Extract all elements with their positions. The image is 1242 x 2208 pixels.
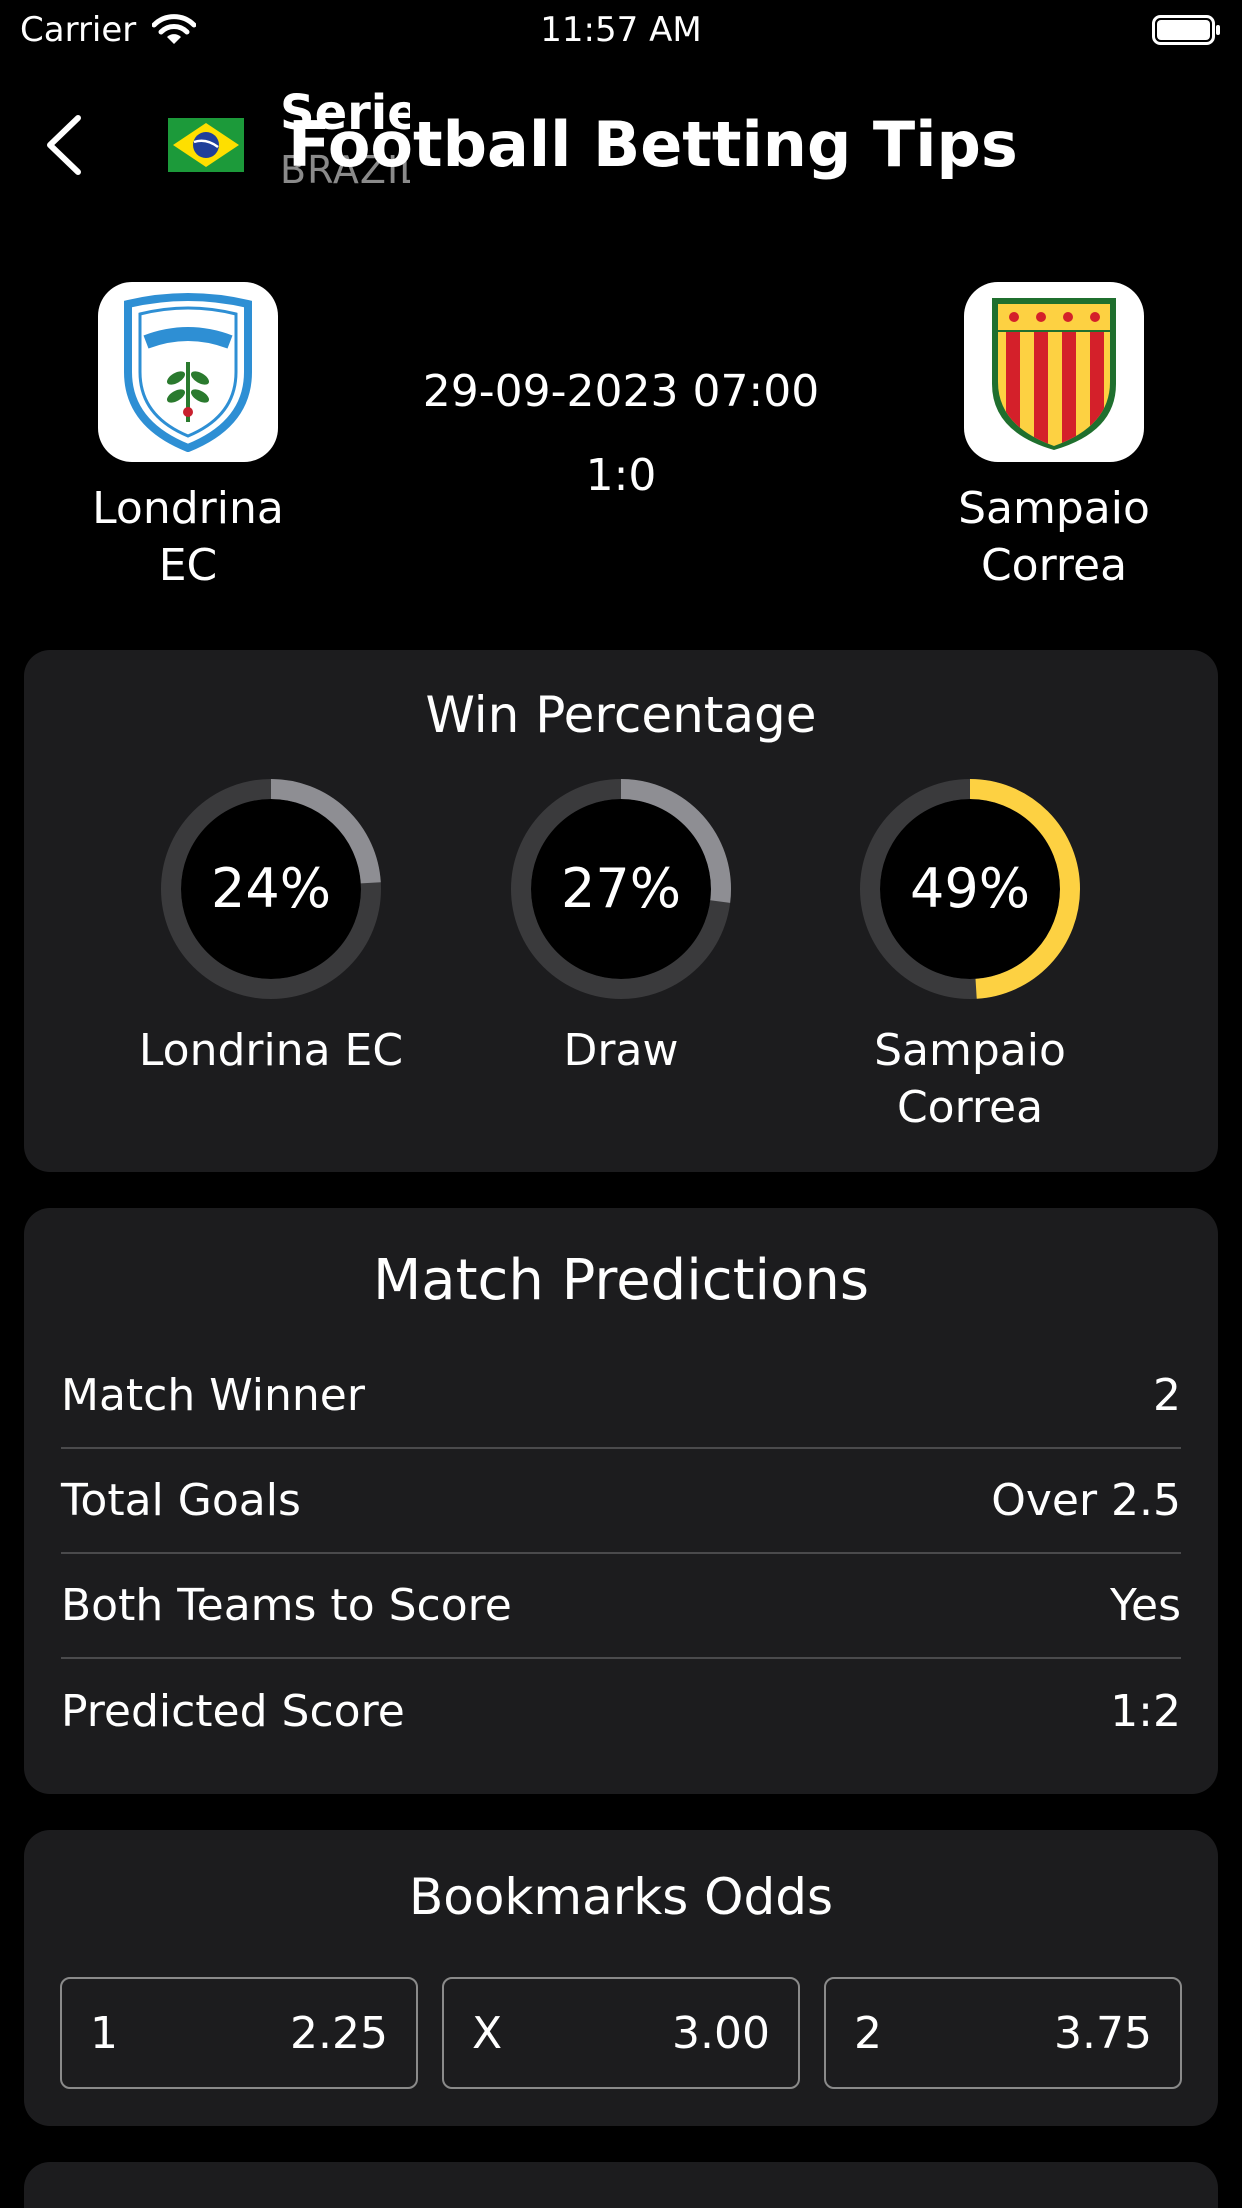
odd-outcome: 1: [90, 2007, 118, 2059]
navigation-bar: Serie B BRAZIL Football Betting Tips: [0, 80, 1242, 210]
gauge-label: Draw: [563, 1025, 679, 1076]
win-gauge: 49% Sampaio Correa: [820, 774, 1120, 1136]
prediction-row-match-winner: Match Winner 2: [61, 1344, 1181, 1449]
away-team-name: Sampaio Correa: [958, 483, 1150, 591]
gauge-percent: 49%: [910, 857, 1030, 920]
gauge-percent: 27%: [561, 857, 681, 920]
gauge-ring: 24%: [161, 779, 381, 999]
battery-icon: [1152, 15, 1220, 45]
odd-home-button[interactable]: 1 2.25: [60, 1977, 418, 2089]
match-predictions-title: Match Predictions: [372, 1248, 870, 1313]
prediction-row-both-teams-score: Both Teams to Score Yes: [61, 1554, 1181, 1659]
away-team: Sampaio Correa: [904, 282, 1204, 594]
status-bar: Carrier 11:57 AM: [0, 0, 1242, 62]
page-title: Football Betting Tips: [288, 108, 1018, 181]
odd-outcome: X: [472, 2007, 503, 2059]
odd-value: 3.00: [672, 2007, 770, 2059]
prediction-value: Yes: [1109, 1580, 1181, 1631]
prediction-label: Both Teams to Score: [61, 1580, 512, 1631]
gauge-ring: 27%: [511, 779, 731, 999]
status-time: 11:57 AM: [540, 10, 702, 50]
odd-away-button[interactable]: 2 3.75: [824, 1977, 1182, 2089]
win-gauge: 24% Londrina EC: [121, 774, 421, 1079]
win-percentage-title: Win Percentage: [425, 686, 817, 744]
prediction-row-predicted-score: Predicted Score 1:2: [61, 1659, 1181, 1764]
chevron-left-icon[interactable]: [40, 112, 88, 178]
home-team: Londrina EC: [38, 282, 338, 594]
gauge-ring: 49%: [860, 779, 1080, 999]
brazil-flag-icon: [168, 118, 244, 172]
prediction-label: Predicted Score: [61, 1686, 405, 1737]
next-card: [24, 2162, 1218, 2208]
gauge-label: Sampaio Correa: [874, 1025, 1066, 1133]
odd-draw-button[interactable]: X 3.00: [442, 1977, 800, 2089]
gauge-label: Londrina EC: [138, 1025, 404, 1076]
odd-value: 2.25: [290, 2007, 388, 2059]
match-predictions-card: Match Predictions Match Winner 2 Total G…: [24, 1208, 1218, 1794]
prediction-label: Total Goals: [61, 1475, 301, 1526]
sampaio-correa-crest-icon: [964, 282, 1144, 462]
odd-value: 3.75: [1054, 2007, 1152, 2059]
odd-outcome: 2: [854, 2007, 882, 2059]
win-percentage-card: Win Percentage 24% Londrina EC 27% Draw 49% S…: [24, 650, 1218, 1172]
bookmarks-odds-card: Bookmarks Odds 1 2.25 X 3.00 2 3.75: [24, 1830, 1218, 2126]
prediction-row-total-goals: Total Goals Over 2.5: [61, 1449, 1181, 1554]
prediction-value: 2: [1153, 1370, 1181, 1421]
bookmarks-odds-title: Bookmarks Odds: [408, 1868, 834, 1926]
prediction-value: 1:2: [1110, 1686, 1181, 1737]
prediction-label: Match Winner: [61, 1370, 365, 1421]
gauge-percent: 24%: [211, 857, 331, 920]
win-gauge: 27% Draw: [471, 774, 771, 1079]
prediction-value: Over 2.5: [991, 1475, 1181, 1526]
